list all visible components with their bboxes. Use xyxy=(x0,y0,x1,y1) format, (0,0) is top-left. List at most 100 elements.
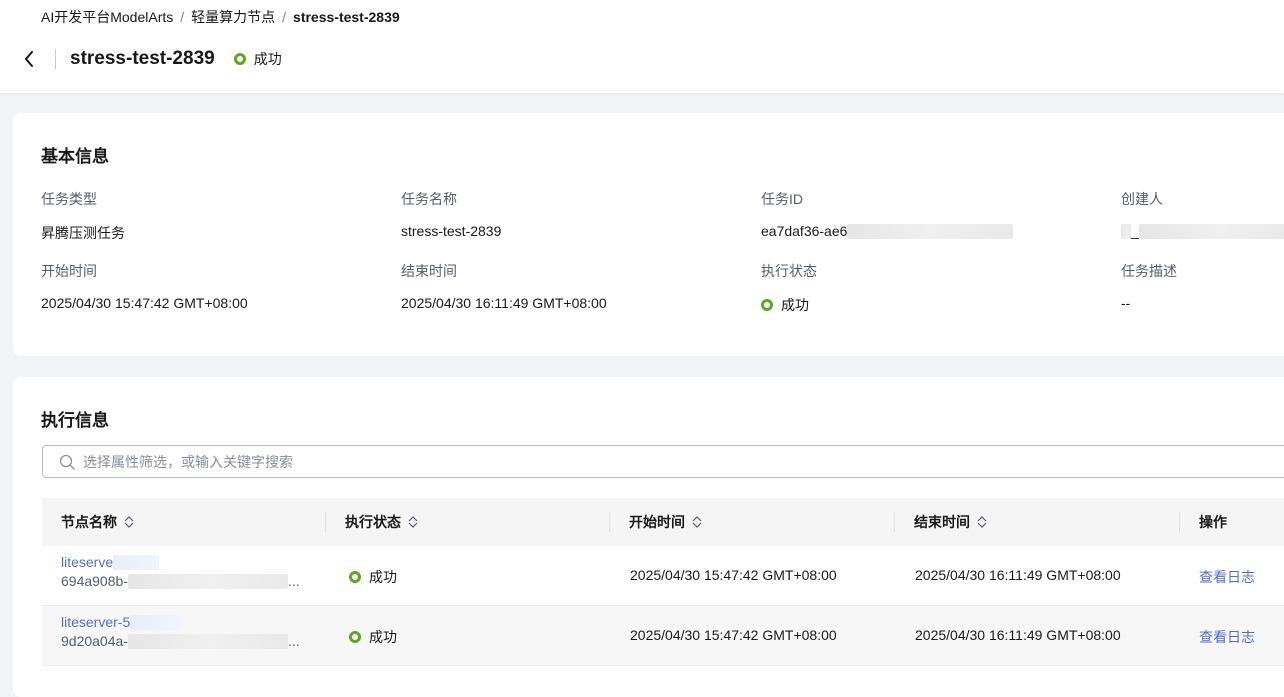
back-button[interactable] xyxy=(20,47,38,71)
chevron-left-icon xyxy=(25,51,33,67)
status-text: 成功 xyxy=(781,297,809,313)
status-text: 成功 xyxy=(369,569,397,585)
field-value: stress-test-2839 xyxy=(401,223,502,239)
node-name-cell: liteserve 694a908b- ... xyxy=(61,554,300,589)
field-value: -- xyxy=(1121,295,1131,311)
node-name-line: liteserve xyxy=(61,554,300,570)
status-badge: 成功 xyxy=(761,295,809,315)
page-header: AI开发平台ModelArts / 轻量算力节点 / stress-test-2… xyxy=(0,0,1284,93)
field-task-id: 任务ID ea7daf36-ae6 xyxy=(761,189,1091,239)
exec-status-cell: 成功 xyxy=(349,627,397,647)
node-id: 694a908b- xyxy=(61,573,128,589)
column-header-start-time[interactable]: 开始时间 xyxy=(629,498,703,546)
breadcrumb-current: stress-test-2839 xyxy=(293,9,400,25)
column-header-label: 开始时间 xyxy=(629,514,685,530)
field-creator: 创建人 _ xyxy=(1121,189,1284,239)
column-header-end-time[interactable]: 结束时间 xyxy=(914,498,988,546)
start-time-cell: 2025/04/30 15:47:42 GMT+08:00 xyxy=(630,567,837,583)
node-id-line: 9d20a04a- ... xyxy=(61,633,300,649)
exec-table: 节点名称 执行状态 开始时间 结束时间 操作 liteserve 694a908… xyxy=(42,498,1284,666)
exec-info-title: 执行信息 xyxy=(41,411,109,430)
success-status-icon xyxy=(233,53,246,65)
field-label: 开始时间 xyxy=(41,263,97,279)
view-log-link[interactable]: 查看日志 xyxy=(1199,567,1255,587)
node-id-line: 694a908b- ... xyxy=(61,573,300,589)
field-description: 任务描述 -- xyxy=(1121,261,1284,311)
sort-icon[interactable] xyxy=(407,515,419,529)
table-row: liteserve 694a908b- ... 成功 2025/04/30 15… xyxy=(42,546,1284,606)
field-value: 2025/04/30 16:11:49 GMT+08:00 xyxy=(401,295,607,311)
breadcrumb-item-lite-nodes[interactable]: 轻量算力节点 xyxy=(191,7,275,27)
status-text: 成功 xyxy=(369,629,397,645)
sort-icon[interactable] xyxy=(976,515,988,529)
column-header-label: 结束时间 xyxy=(914,514,970,530)
status-badge: 成功 xyxy=(233,49,282,69)
success-status-icon xyxy=(761,299,773,311)
redacted-mask xyxy=(127,633,288,649)
sort-icon[interactable] xyxy=(691,515,703,529)
column-divider xyxy=(325,512,326,532)
task-id-value: ea7daf36-ae6 xyxy=(761,223,848,239)
field-label: 创建人 xyxy=(1121,191,1163,207)
column-divider xyxy=(1179,512,1180,532)
node-name-link[interactable]: liteserver-5 xyxy=(61,614,130,630)
field-label: 执行状态 xyxy=(761,263,817,279)
field-start-time: 开始时间 2025/04/30 15:47:42 GMT+08:00 xyxy=(41,261,371,311)
field-label: 任务ID xyxy=(761,191,803,207)
column-header-actions: 操作 xyxy=(1199,498,1227,546)
search-bar[interactable] xyxy=(42,445,1284,478)
success-status-icon xyxy=(349,631,361,643)
sort-icon[interactable] xyxy=(123,515,135,529)
view-log-link[interactable]: 查看日志 xyxy=(1199,627,1255,647)
field-task-name: 任务名称 stress-test-2839 xyxy=(401,189,731,239)
search-icon xyxy=(59,454,75,470)
creator-value: _ xyxy=(1131,223,1139,239)
field-label: 任务描述 xyxy=(1121,263,1177,279)
page-title: stress-test-2839 xyxy=(70,48,215,69)
column-header-exec-status[interactable]: 执行状态 xyxy=(345,498,419,546)
node-name-link[interactable]: liteserve xyxy=(61,554,113,570)
redacted-mask xyxy=(127,573,288,589)
start-time-cell: 2025/04/30 15:47:42 GMT+08:00 xyxy=(630,627,837,643)
ellipsis: ... xyxy=(287,633,300,649)
breadcrumb-separator: / xyxy=(282,9,287,25)
redacted-mask xyxy=(847,223,1014,239)
field-value-row: _ xyxy=(1121,223,1284,239)
end-time-cell: 2025/04/30 16:11:49 GMT+08:00 xyxy=(915,567,1121,583)
node-name-line: liteserver-5 xyxy=(61,614,300,630)
redacted-mask xyxy=(1121,223,1131,239)
table-header: 节点名称 执行状态 开始时间 结束时间 操作 xyxy=(42,498,1284,546)
status-badge: 成功 xyxy=(349,567,397,587)
basic-info-card: 基本信息 任务类型 昇腾压测任务 任务名称 stress-test-2839 任… xyxy=(13,113,1284,356)
redacted-mask xyxy=(130,614,181,630)
exec-status-cell: 成功 xyxy=(349,567,397,587)
column-header-label: 操作 xyxy=(1199,514,1227,530)
breadcrumb-separator: / xyxy=(180,9,185,25)
column-header-label: 节点名称 xyxy=(61,514,117,530)
field-label: 任务名称 xyxy=(401,191,457,207)
column-header-label: 执行状态 xyxy=(345,514,401,530)
field-value: 昇腾压测任务 xyxy=(41,225,125,241)
field-label: 任务类型 xyxy=(41,191,97,207)
basic-info-title: 基本信息 xyxy=(41,147,109,166)
search-input[interactable] xyxy=(83,453,983,470)
title-row: stress-test-2839 成功 xyxy=(20,44,282,74)
success-status-icon xyxy=(349,571,361,583)
breadcrumb-item-modelarts[interactable]: AI开发平台ModelArts xyxy=(41,7,173,27)
title-divider xyxy=(55,49,56,69)
field-end-time: 结束时间 2025/04/30 16:11:49 GMT+08:00 xyxy=(401,261,731,311)
end-time-cell: 2025/04/30 16:11:49 GMT+08:00 xyxy=(915,627,1121,643)
field-task-type: 任务类型 昇腾压测任务 xyxy=(41,189,371,243)
field-value-row: ea7daf36-ae6 xyxy=(761,223,1091,239)
table-row: liteserver-5 9d20a04a- ... 成功 2025/04/30… xyxy=(42,606,1284,666)
ellipsis: ... xyxy=(287,573,300,589)
status-badge: 成功 xyxy=(349,627,397,647)
column-header-node-name[interactable]: 节点名称 xyxy=(61,498,135,546)
column-divider xyxy=(609,512,610,532)
status-text: 成功 xyxy=(253,51,282,67)
redacted-mask xyxy=(1138,223,1284,239)
redacted-mask xyxy=(113,554,160,570)
field-label: 结束时间 xyxy=(401,263,457,279)
field-exec-status: 执行状态 成功 xyxy=(761,261,1091,315)
node-id: 9d20a04a- xyxy=(61,633,128,649)
